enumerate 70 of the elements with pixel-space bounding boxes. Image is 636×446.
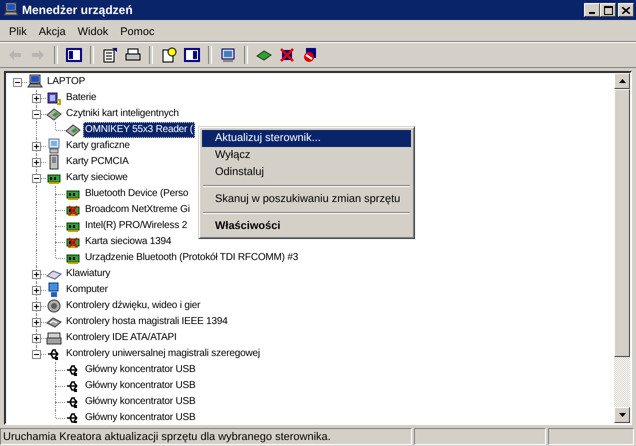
close-icon [622,6,630,14]
expand-toggle[interactable] [32,174,41,183]
card-reader-icon [46,106,62,122]
tree-item[interactable]: Kontrolery uniwersalnej magistrali szeregowej [64,346,262,362]
tree-item[interactable]: Baterie [64,90,98,106]
expand-toggle[interactable] [32,94,41,103]
menu-item[interactable]: Pomoc [114,26,160,38]
status-text: Uruchamia Kreatora aktualizacji sprzętu dla wybranego sterownika. [0,428,412,445]
tree-item[interactable]: Kontrolery hosta magistrali IEEE 1394 [64,314,230,330]
scrollbar-thumb[interactable] [614,89,630,357]
expand-toggle[interactable] [32,302,41,311]
expand-toggle[interactable] [32,286,41,295]
printer-icon [125,47,141,63]
expand-toggle[interactable] [32,270,41,279]
tree-item[interactable]: LAPTOP [45,74,88,90]
tree-item[interactable]: Główny koncentrator USB [83,362,198,378]
tree-item[interactable]: Bluetooth Device (Perso [83,186,190,202]
expand-toggle[interactable] [32,334,41,343]
maximize-button[interactable] [600,3,616,17]
window-title: Menedżer urządzeń [22,3,134,17]
tree-item[interactable]: Główny koncentrator USB [83,410,198,423]
computer-icon [3,2,19,18]
minimize-button[interactable] [584,3,600,17]
display-icon [46,138,62,154]
ide-icon [46,330,62,346]
tree-item[interactable]: Główny koncentrator USB [83,394,198,410]
expand-toggle[interactable] [32,142,41,151]
card-cross-icon [279,47,295,63]
close-button[interactable] [618,3,634,17]
tree-item[interactable]: OMNIKEY 55x3 Reader ( [83,122,195,138]
menu-item[interactable]: Plik [3,26,33,38]
menu-item[interactable]: Odinstaluj [202,164,411,181]
tree-item[interactable]: Karty sieciowe [64,170,130,186]
tree-item[interactable]: Karta sieciowa 1394 [83,234,174,250]
properties-icon [102,47,118,63]
expand-toggle[interactable] [32,350,41,359]
tree-item[interactable]: Intel(R) PRO/Wireless 2 [83,218,190,234]
tree-item[interactable]: Kontrolery dźwięku, wideo i gier [64,298,202,314]
tree-item[interactable]: Broadcom NetXtreme Gi [83,202,192,218]
expand-toggle[interactable] [32,110,41,119]
expand-toggle[interactable] [32,158,41,167]
menu-item[interactable]: Skanuj w poszukiwaniu zmian sprzętu [202,191,411,208]
scroll-down-button[interactable] [614,407,630,423]
tree-item[interactable]: Kontrolery IDE ATA/ATAPI [64,330,179,346]
down-arrow-icon [618,413,626,417]
menu-item[interactable]: Właściwości [202,218,411,235]
help-icon [161,47,177,63]
expand-toggle[interactable] [13,78,22,87]
expand-toggle[interactable] [32,318,41,327]
tree-item[interactable]: Klawiatury [64,266,112,282]
battery-icon [46,90,62,106]
panel-icon [184,47,200,63]
tree-item[interactable]: Komputer [64,282,110,298]
forward-arrow-icon [30,47,46,63]
menu-item[interactable]: Akcja [32,26,72,38]
tree-item[interactable]: Czytniki kart inteligentnych [64,106,181,122]
monitor-icon [220,47,236,63]
card-forbidden-icon [302,47,318,63]
tree-item[interactable]: Karty graficzne [64,138,132,154]
up-arrow-icon [618,79,626,83]
menu-item[interactable]: Wyłącz [202,147,411,164]
tree-item[interactable]: Urządzenie Bluetooth (Protokół TDI RFCOMM) #3 [83,250,300,266]
scroll-up-button[interactable] [614,73,630,89]
card-reader-icon [65,122,81,138]
laptop-icon [27,74,43,90]
menu-item[interactable]: Widok [72,26,114,38]
menu-item[interactable]: Aktualizuj sterownik... [202,130,411,147]
tree-item[interactable]: Karty PCMCIA [64,154,131,170]
tree-item[interactable]: Główny koncentrator USB [83,378,198,394]
panel-icon [66,47,82,63]
